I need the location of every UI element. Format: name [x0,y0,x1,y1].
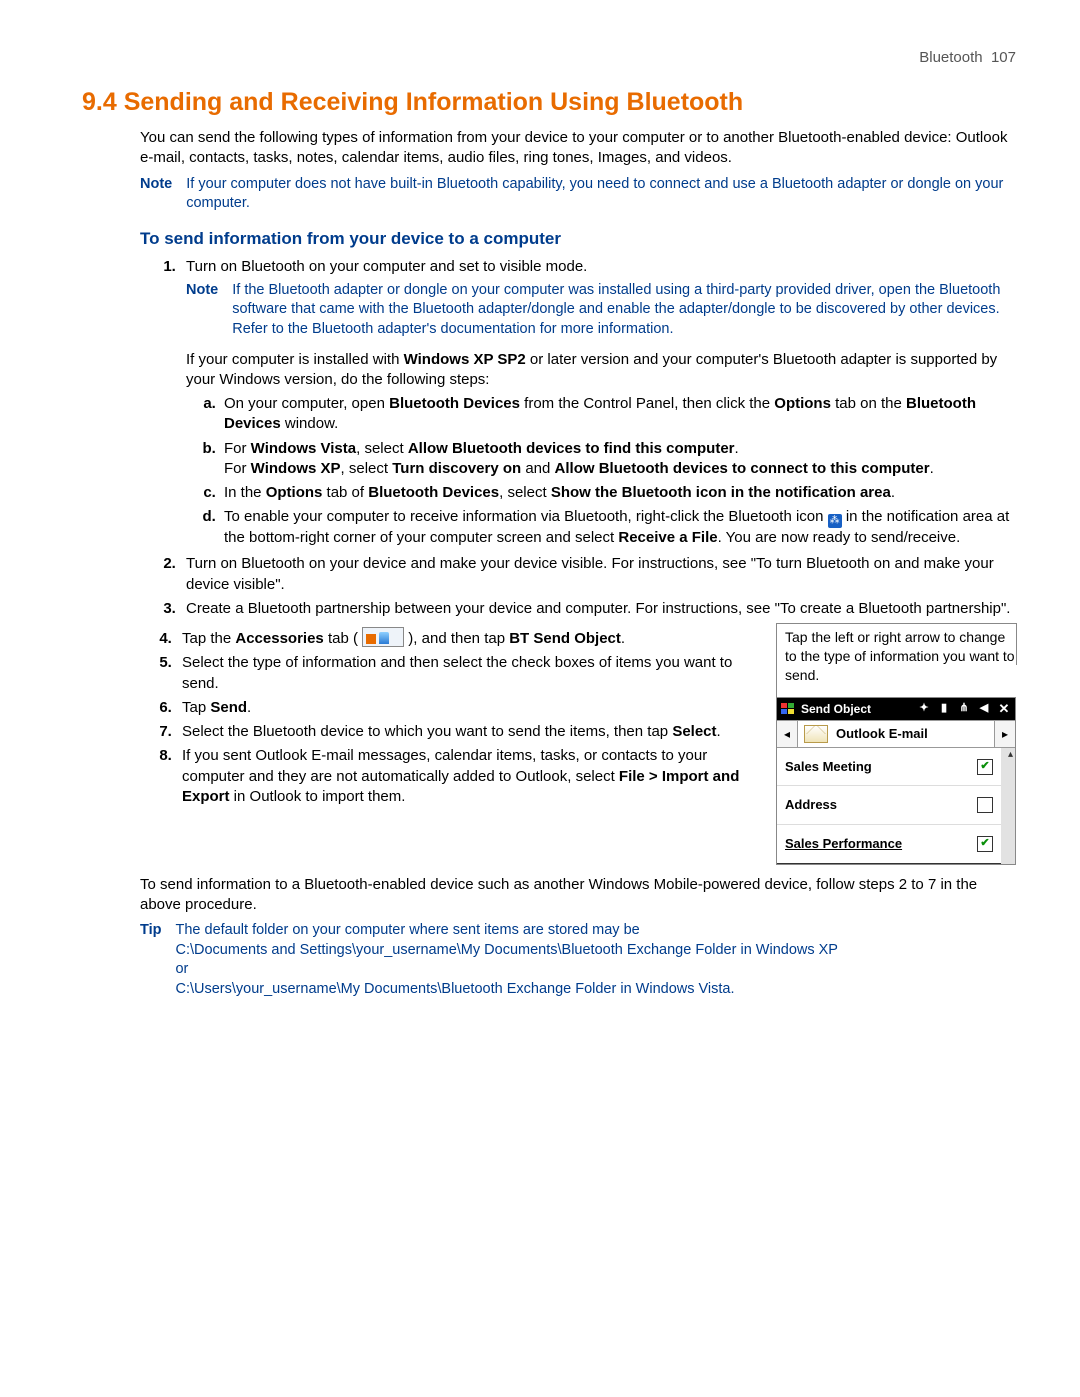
window-title: Send Object [801,701,871,717]
step-1-substeps: On your computer, open Bluetooth Devices… [200,394,1016,548]
tip-default-folder: Tip The default folder on your computer … [140,921,1016,999]
type-label: Outlook E-mail [836,725,928,743]
step-6: Tap Send. [176,698,756,718]
section-heading: 9.4 Sending and Receiving Information Us… [82,86,1016,120]
list-item-label: Address [785,796,837,814]
steps-4-8-with-figure: Tap the Accessories tab ( ), and then ta… [150,623,1016,865]
substep-c: In the Options tab of Bluetooth Devices,… [220,483,1016,503]
list-item-label: Sales Performance [785,835,902,853]
after-figure-paragraph: To send information to a Bluetooth-enabl… [140,875,1016,916]
device-titlebar: Send Object ✦ ▮ ⋔ ◀ ✕ [777,698,1015,720]
substep-a: On your computer, open Bluetooth Devices… [220,394,1016,435]
antenna-icon: ⋔ [957,702,971,716]
start-icon [781,703,795,715]
note-bluetooth-adapter: Note If your computer does not have buil… [140,175,1016,214]
header-section: Bluetooth [919,49,982,66]
step-4: Tap the Accessories tab ( ), and then ta… [176,627,756,649]
tip-label: Tip [140,921,161,999]
subheading-send-to-computer: To send information from your device to … [140,228,1016,251]
speaker-icon: ◀ [977,702,991,716]
note-body: If your computer does not have built-in … [186,175,1016,214]
step-7: Select the Bluetooth device to which you… [176,722,756,742]
step-1: Turn on Bluetooth on your computer and s… [180,257,1016,549]
note-body: If the Bluetooth adapter or dongle on yo… [232,281,1016,340]
signal-icon: ▮ [937,702,951,716]
item-list: Sales Meeting ✔ Address Sales Performanc… [777,748,1015,864]
arrow-right-icon: ▸ [994,721,1015,747]
figure-send-object: Tap the left or right arrow to change to… [776,623,1016,865]
list-item-label: Sales Meeting [785,758,872,776]
arrow-left-icon: ◂ [777,721,798,747]
type-selector: ◂ Outlook E-mail ▸ [777,720,1015,748]
step-5: Select the type of information and then … [176,653,756,694]
accessories-tab-icon [362,627,404,647]
step-8: If you sent Outlook E-mail messages, cal… [176,746,756,807]
substep-b: For Windows Vista, select Allow Bluetoot… [220,439,1016,480]
step-1-text: Turn on Bluetooth on your computer and s… [186,258,587,275]
list-item: Sales Performance ✔ [777,825,1001,864]
step-2: Turn on Bluetooth on your device and mak… [180,554,1016,595]
mail-icon [804,725,828,743]
figure-caption: Tap the left or right arrow to change to… [776,623,1016,699]
note-label: Note [186,281,218,340]
tip-body: The default folder on your computer wher… [175,921,1016,999]
checkbox-checked-icon: ✔ [977,836,993,852]
intro-paragraph: You can send the following types of info… [140,128,1016,169]
step-1-postnote: If your computer is installed with Windo… [186,350,1016,391]
bluetooth-icon: ⁂ [828,514,842,528]
list-item: Sales Meeting ✔ [777,748,1001,787]
checkbox-unchecked-icon [977,797,993,813]
step-1-note: Note If the Bluetooth adapter or dongle … [186,281,1016,340]
list-item: Address [777,786,1001,825]
page-header: Bluetooth 107 [82,48,1016,68]
close-icon: ✕ [997,702,1011,716]
checkbox-checked-icon: ✔ [977,759,993,775]
substep-d: To enable your computer to receive infor… [220,507,1016,548]
status-icon: ✦ [917,702,931,716]
step-3: Create a Bluetooth partnership between y… [180,599,1016,619]
numbered-steps: Turn on Bluetooth on your computer and s… [156,257,1016,865]
note-label: Note [140,175,172,214]
header-page: 107 [991,49,1016,66]
device-screenshot: Send Object ✦ ▮ ⋔ ◀ ✕ ◂ [776,697,1016,865]
